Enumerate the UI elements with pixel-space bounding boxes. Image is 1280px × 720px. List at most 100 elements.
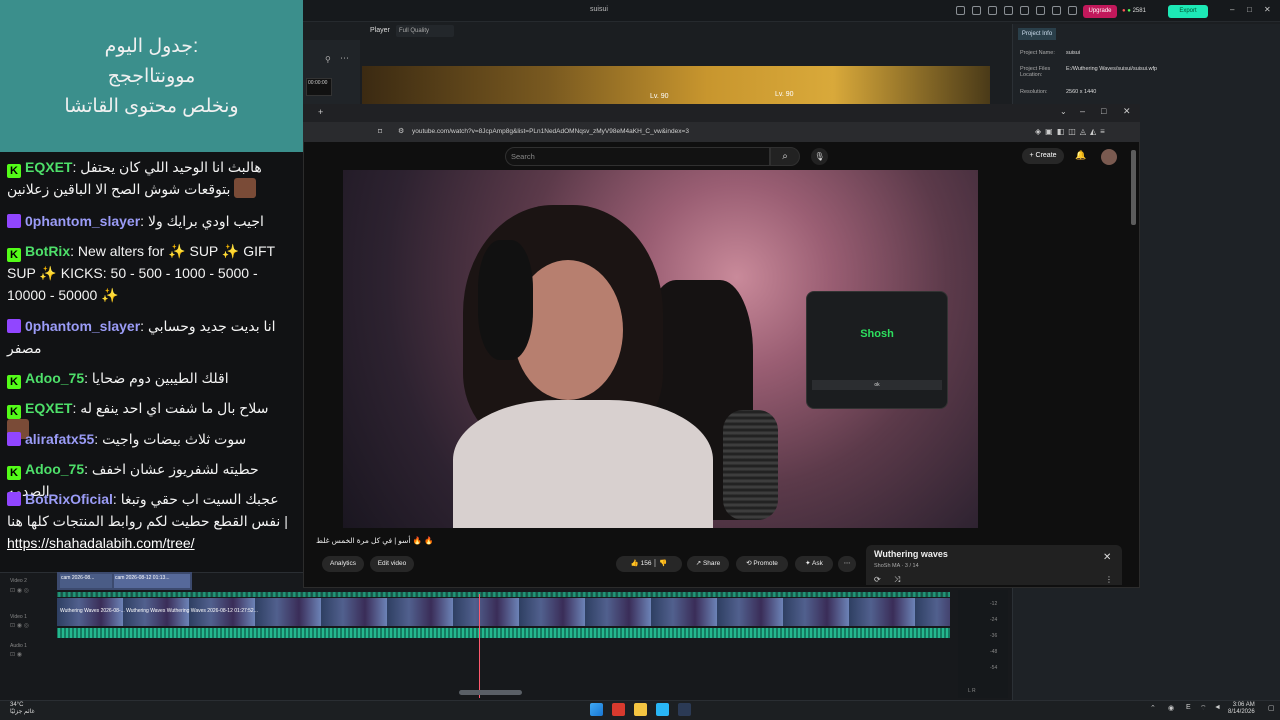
minimize-icon[interactable]: – — [1230, 5, 1234, 14]
home-icon[interactable] — [956, 6, 965, 15]
extension-icons[interactable]: ◈▣◧◫◬◭≡ — [1035, 127, 1109, 136]
more-icon[interactable]: ⋯ — [340, 53, 349, 64]
playlist-subtitle: ShoSh MA · 3 / 14 — [874, 563, 919, 569]
more-actions-icon[interactable]: ⋯ — [838, 556, 856, 572]
chat-username: EQXET — [25, 400, 73, 416]
timeline-clip[interactable]: cam 2026-08... — [60, 574, 112, 588]
filter-icon[interactable]: ⚲ — [325, 55, 331, 64]
search-input[interactable]: Search — [505, 147, 770, 166]
microphone-icon[interactable]: 🎙 — [811, 148, 828, 165]
kick-icon: K — [7, 164, 21, 178]
in-video-card-name: Shosh — [860, 328, 894, 340]
track-label: Video 2 — [10, 578, 27, 584]
folder-icon[interactable] — [634, 703, 647, 716]
maximize-icon[interactable]: □ — [1247, 5, 1252, 14]
monitor-icon[interactable] — [1004, 6, 1013, 15]
video-headset — [478, 240, 533, 360]
upgrade-button[interactable]: Upgrade — [1083, 5, 1117, 18]
browser-app-icon[interactable] — [612, 703, 625, 716]
close-icon[interactable]: ✕ — [1103, 552, 1111, 563]
quality-select[interactable]: Full Quality — [396, 25, 454, 37]
track-controls-icon[interactable]: ⊡ ◉ — [10, 651, 22, 658]
analytics-button[interactable]: Analytics — [322, 556, 364, 572]
schedule-item: ونخلص محتوى القاتشا — [64, 96, 239, 117]
timeline-clip[interactable]: cam 2026-08-12 01:13... — [114, 574, 190, 588]
clock[interactable]: 3:06 AM 8/14/2026 — [1228, 702, 1255, 716]
weather-temp: 34°C — [10, 702, 24, 708]
search-icon[interactable]: ⌕ — [770, 147, 800, 166]
weather-widget[interactable]: 34°C غائم جزئيًا — [10, 702, 35, 716]
timeline-scrollbar[interactable] — [459, 690, 522, 695]
chat-username: alirafatx55 — [25, 431, 95, 447]
audio-waveform — [57, 628, 950, 638]
kick-icon: K — [7, 375, 21, 389]
notifications-icon[interactable]: 🔔 — [1075, 150, 1086, 161]
loop-icon[interactable]: ⟳ — [874, 575, 881, 584]
playhead[interactable] — [479, 594, 480, 698]
video-person-body — [453, 400, 713, 528]
video1-clip-labels: Wuthering Waves 2026-08-... Wuthering Wa… — [60, 608, 258, 614]
tab-project-info[interactable]: Project Info — [1018, 28, 1056, 40]
tray-app-icon[interactable]: ◉ — [1168, 704, 1174, 712]
video-title: أسو | في كل مرة الخمس غلط 🔥 🔥 — [316, 536, 434, 545]
volume-icon[interactable]: ◄ — [1214, 704, 1221, 711]
in-video-card — [806, 291, 948, 409]
close-icon[interactable]: ✕ — [1123, 106, 1131, 117]
gift-icon[interactable] — [1068, 6, 1077, 15]
chat-message: BotRixOficial: عجبك السيت اب حقي وتبغا ن… — [7, 491, 288, 551]
user-icon[interactable] — [972, 6, 981, 15]
playlist-title[interactable]: Wuthering waves — [874, 549, 948, 559]
bookmark-icon[interactable]: ⌑ — [378, 127, 382, 136]
wifi-icon[interactable]: ⌔ — [1200, 704, 1207, 713]
app-icon[interactable] — [678, 703, 691, 716]
minimize-icon[interactable]: – — [1080, 106, 1085, 116]
resolution-value: 2560 x 1440 — [1066, 89, 1097, 95]
notifications-icon[interactable]: ▢ — [1268, 704, 1275, 712]
url-text[interactable]: youtube.com/watch?v=8JcpAmp8g&list=PLn1N… — [412, 128, 689, 135]
share-button[interactable]: ↗ Share — [687, 556, 729, 572]
chat-text: سوت ثلاث بيضات واجيت — [102, 431, 247, 447]
twitch-icon — [7, 319, 21, 333]
chat-username: 0phantom_slayer — [25, 318, 141, 334]
cloud-icon[interactable] — [1036, 6, 1045, 15]
layout-icon[interactable] — [988, 6, 997, 15]
site-info-icon[interactable]: ⚙ — [398, 127, 404, 135]
more-icon[interactable]: ⋮ — [1105, 575, 1113, 584]
chat-text: اقلك الطيبين دوم ضحايا — [91, 370, 229, 386]
promote-button[interactable]: ⟲ Promote — [736, 556, 788, 572]
schedule-heading: جدول اليوم: — [104, 36, 199, 57]
track-controls-icon[interactable]: ⊡ ◉ ◎ — [10, 622, 29, 629]
media-thumbnail[interactable]: 00:00:00 — [306, 78, 332, 96]
twitch-icon — [7, 432, 21, 446]
tab-search-icon[interactable]: ⌄ — [1060, 107, 1067, 116]
start-icon[interactable] — [590, 703, 603, 716]
track-controls-icon[interactable]: ⊡ ◉ ◎ — [10, 587, 29, 594]
ask-button[interactable]: ✦ Ask — [795, 556, 833, 572]
chat-username: BotRix — [25, 243, 71, 259]
shuffle-icon[interactable]: ⤨ — [894, 575, 900, 585]
audio-meter — [958, 590, 1008, 698]
clock-date: 8/14/2026 — [1228, 709, 1255, 715]
edit-video-button[interactable]: Edit video — [370, 556, 414, 572]
schedule-item: موونتااججج — [107, 66, 196, 87]
clock-time: 3:06 AM — [1232, 702, 1255, 708]
preview-level-label: Lv. 90 — [650, 93, 669, 100]
new-tab-icon[interactable]: + — [318, 107, 323, 117]
save-icon[interactable] — [1020, 6, 1029, 15]
chat-link[interactable]: https://shahadalabih.com/tree/ — [7, 535, 195, 551]
player-preview — [362, 66, 990, 106]
editor-app-icon[interactable] — [656, 703, 669, 716]
language-indicator[interactable]: E — [1186, 704, 1191, 711]
tray-chevron-icon[interactable]: ⌃ — [1150, 704, 1156, 712]
weather-text: غائم جزئيًا — [10, 709, 35, 715]
avatar[interactable] — [1101, 149, 1117, 165]
help-icon[interactable] — [1052, 6, 1061, 15]
create-button[interactable]: + Create — [1022, 148, 1064, 164]
scrollbar[interactable] — [1131, 150, 1136, 225]
export-button[interactable]: Export — [1168, 5, 1208, 18]
project-location-key: Project Files Location: — [1020, 66, 1051, 78]
video-microphone — [723, 410, 778, 520]
maximize-icon[interactable]: □ — [1101, 106, 1106, 116]
media-panel — [303, 40, 360, 110]
close-icon[interactable]: ✕ — [1264, 5, 1271, 14]
